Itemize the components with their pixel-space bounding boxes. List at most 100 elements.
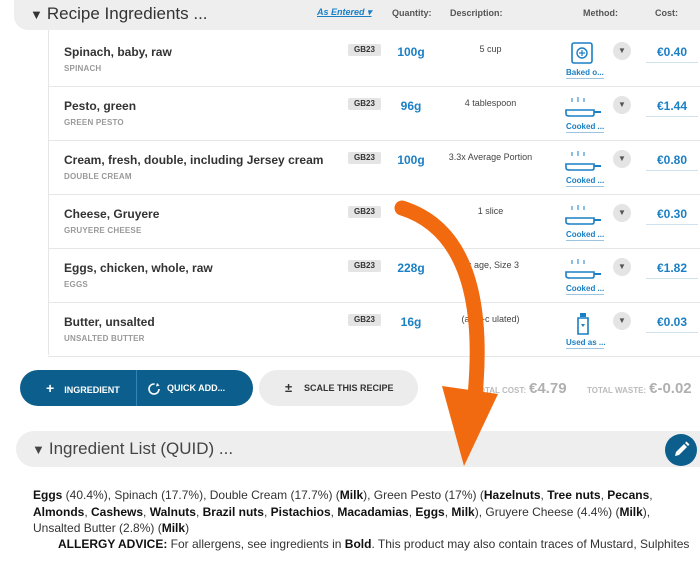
add-ingredient-button[interactable]: + INGREDIENT — [20, 370, 136, 406]
quantity-value[interactable]: 96g — [386, 99, 436, 113]
chevron-down-icon[interactable]: ▼ — [613, 258, 631, 276]
allergen-text: Milk — [161, 521, 186, 535]
cost-underline — [646, 278, 698, 279]
allergen-text: Macadamias — [337, 504, 409, 519]
ingredient-name[interactable]: Pesto, green — [64, 99, 136, 113]
cost-value[interactable]: €0.40 — [646, 45, 698, 59]
source-badge: GB23 — [348, 152, 381, 164]
allergen-text: Hazelnuts — [483, 488, 541, 502]
table-row[interactable]: Spinach, baby, raw SPINACH GB23 100g 5 cup Ba… — [48, 33, 700, 87]
quantity-value[interactable]: 100g — [386, 45, 436, 59]
column-header-description: Description: — [450, 8, 503, 18]
portion-description: 4 tablespoon — [464, 98, 517, 108]
total-waste: TOTAL WASTE: €-0.02 — [587, 380, 692, 397]
edit-quid-button[interactable] — [665, 434, 697, 466]
cost-value[interactable]: €1.82 — [646, 261, 698, 275]
source-badge: GB23 — [348, 44, 381, 56]
cost-value[interactable]: €0.03 — [646, 315, 698, 329]
allergen-text: Tree nuts — [547, 488, 601, 502]
sort-dropdown[interactable]: As Entered ▾ — [317, 7, 372, 18]
source-badge: GB23 — [348, 206, 381, 218]
cost-underline — [646, 332, 698, 333]
allergen-text: Cashews — [91, 504, 144, 519]
method-label[interactable]: Cooked ... — [566, 122, 604, 131]
ingredient-subtitle: UNSALTED BUTTER — [64, 334, 145, 343]
allergen-text: Walnuts — [149, 504, 196, 519]
allergen-text: Pistachios — [270, 504, 331, 519]
chevron-down-icon[interactable]: ▼ — [613, 150, 631, 168]
chevron-down-icon[interactable]: ▼ — [613, 96, 631, 114]
cost-value[interactable]: €0.80 — [646, 153, 698, 167]
allergen-text: Pecans — [607, 488, 650, 502]
annotation-arrow — [394, 200, 498, 466]
quid-title[interactable]: ▼ Ingredient List (QUID) ... — [32, 439, 233, 459]
ingredient-subtitle: DOUBLE CREAM — [64, 172, 132, 181]
refresh-icon — [148, 382, 160, 395]
table-row[interactable]: Eggs, chicken, whole, raw EGGS GB23 228g 4x … — [48, 249, 700, 303]
quid-text-segment: , — [143, 504, 150, 519]
ingredient-name[interactable]: Eggs, chicken, whole, raw — [64, 261, 213, 275]
ingredient-subtitle: GRUYERE CHEESE — [64, 226, 142, 235]
table-row[interactable]: Pesto, green GREEN PESTO GB23 96g 4 tablespo… — [48, 87, 700, 141]
quid-text-segment: ), Gruyere Cheese (4.4%) ( — [474, 504, 620, 519]
allergen-text: Brazil nuts — [202, 504, 264, 519]
source-badge: GB23 — [348, 98, 381, 110]
table-row[interactable]: Butter, unsalted UNSALTED BUTTER GB23 16g (a… — [48, 303, 700, 357]
chevron-down-icon[interactable]: ▼ — [613, 312, 631, 330]
chevron-down-icon[interactable]: ▼ — [613, 42, 631, 60]
oven-icon[interactable] — [564, 42, 602, 66]
allergen-text: Eggs — [415, 504, 445, 519]
quid-text-segment: ), Green Pesto (17%) ( — [363, 488, 484, 502]
cost-value[interactable]: €0.30 — [646, 207, 698, 221]
method-label[interactable]: Cooked ... — [566, 176, 604, 185]
ingredient-list-header[interactable]: ▼ Ingredient List (QUID) ... — [16, 431, 700, 467]
ingredient-name[interactable]: Butter, unsalted — [64, 315, 155, 329]
recipe-ingredients-header[interactable]: ▼ Recipe Ingredients ... As Entered ▾ Qua… — [14, 0, 700, 30]
method-label[interactable]: Used as ... — [566, 338, 606, 347]
quantity-value[interactable]: 100g — [386, 153, 436, 167]
method-label[interactable]: Baked o... — [566, 68, 604, 77]
collapse-triangle-icon[interactable]: ▼ — [30, 7, 43, 22]
quid-text-segment: , — [263, 504, 271, 519]
column-header-cost: Cost: — [655, 8, 678, 18]
portion-description: 3.3x Average Portion — [448, 152, 533, 162]
quid-text-segment: ) — [185, 521, 190, 535]
cost-value[interactable]: €1.44 — [646, 99, 698, 113]
section-title[interactable]: ▼ Recipe Ingredients ... — [30, 4, 208, 24]
collapse-triangle-icon[interactable]: ▼ — [32, 442, 45, 457]
quid-ingredient-list: Eggs (40.4%), Spinach (17.7%), Double Cr… — [33, 487, 673, 537]
quid-text-segment: , — [649, 488, 653, 502]
method-label[interactable]: Cooked ... — [566, 230, 604, 239]
table-row[interactable]: Cheese, Gruyere GRUYERE CHEESE GB23 1 slice… — [48, 195, 700, 249]
allergen-text: Milk — [339, 488, 364, 502]
method-underline — [566, 78, 604, 79]
column-header-method: Method: — [583, 8, 618, 18]
source-badge: GB23 — [348, 314, 381, 326]
pan-icon[interactable] — [564, 150, 602, 174]
pan-icon[interactable] — [564, 204, 602, 228]
allergen-text: Almonds — [33, 504, 85, 519]
ingredient-subtitle: SPINACH — [64, 64, 102, 73]
pan-icon[interactable] — [564, 96, 602, 120]
table-row[interactable]: Cream, fresh, double, including Jersey c… — [48, 141, 700, 195]
ingredient-subtitle: GREEN PESTO — [64, 118, 124, 127]
ingredient-name[interactable]: Spinach, baby, raw — [64, 45, 172, 59]
quick-add-button[interactable]: QUICK ADD... — [137, 370, 253, 406]
ingredient-name[interactable]: Cheese, Gruyere — [64, 207, 159, 221]
pan-icon[interactable] — [564, 258, 602, 282]
bottle-icon[interactable] — [564, 312, 602, 336]
quid-text-segment: , — [84, 504, 92, 519]
allergen-text: Milk — [451, 504, 475, 519]
chevron-down-icon[interactable]: ▼ — [613, 204, 631, 222]
plus-icon: + — [46, 380, 55, 396]
column-header-quantity: Quantity: — [392, 8, 432, 18]
ingredient-name[interactable]: Cream, fresh, double, including Jersey c… — [64, 153, 323, 167]
method-underline — [566, 132, 604, 133]
method-underline — [566, 294, 604, 295]
method-label[interactable]: Cooked ... — [566, 284, 604, 293]
pencil-icon — [675, 441, 690, 456]
method-underline — [566, 348, 604, 349]
quid-text-segment: (40.4%), Spinach (17.7%), Double Cream (… — [62, 488, 340, 502]
allergen-text: Milk — [619, 504, 643, 519]
cost-underline — [646, 62, 698, 63]
